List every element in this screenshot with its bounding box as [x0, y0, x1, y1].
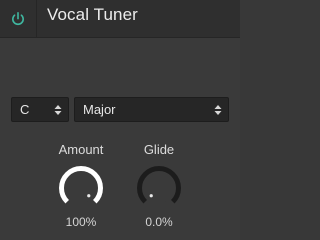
amount-value: 100% [65, 215, 97, 229]
amount-label: Amount [58, 142, 104, 157]
device-header: Vocal Tuner [0, 0, 240, 38]
glide-control: Glide 0.0% [127, 142, 191, 229]
key-select-value: C [20, 102, 30, 117]
amount-knob[interactable] [57, 164, 105, 212]
glide-label: Glide [143, 142, 175, 157]
power-button[interactable] [0, 0, 37, 37]
amount-control: Amount 100% [49, 142, 113, 229]
scale-select[interactable]: Major [74, 97, 229, 122]
power-icon [12, 11, 24, 25]
updown-arrows-icon [213, 104, 223, 116]
updown-arrows-icon [53, 104, 63, 116]
key-select[interactable]: C [11, 97, 69, 122]
device-title: Vocal Tuner [47, 5, 138, 24]
vocal-tuner-device: Vocal Tuner C Major Amount 100% Glide 0.… [0, 0, 240, 240]
glide-value: 0.0% [145, 215, 173, 229]
scale-select-value: Major [83, 102, 116, 117]
glide-knob[interactable] [135, 164, 183, 212]
